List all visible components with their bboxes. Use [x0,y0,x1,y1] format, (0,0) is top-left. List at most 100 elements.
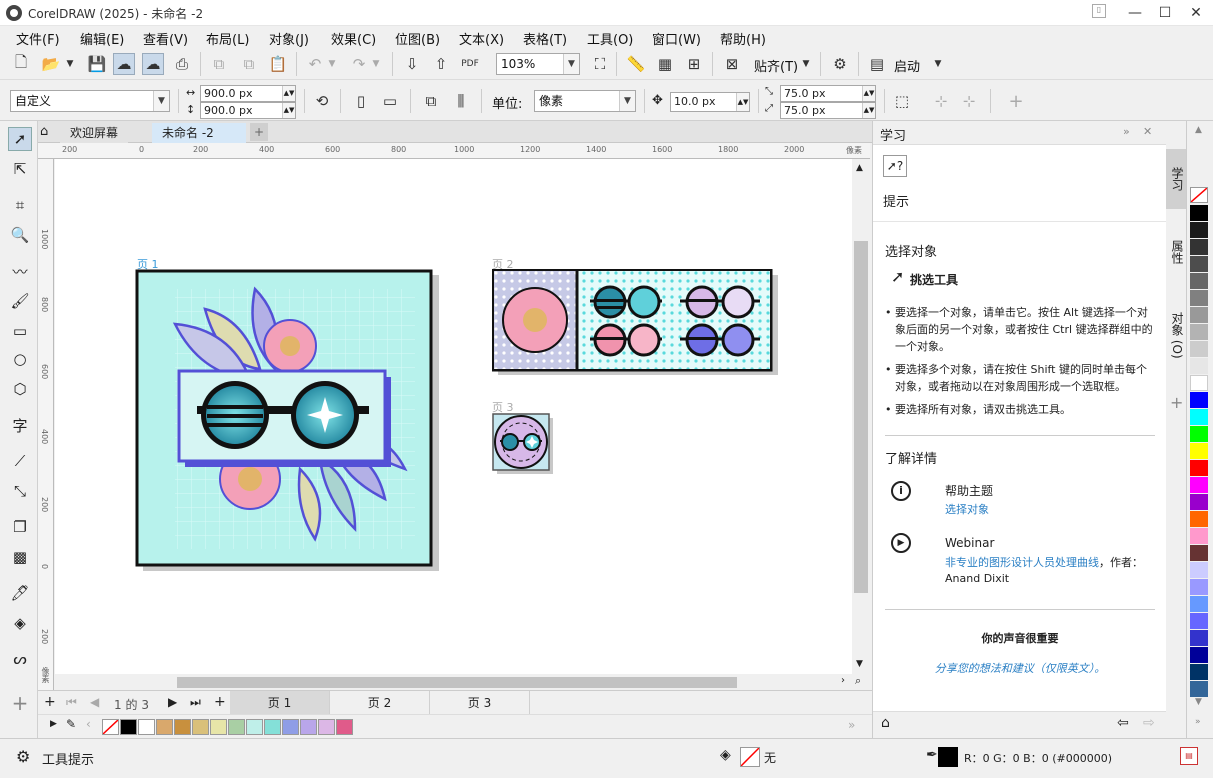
rulers-icon[interactable]: 📏 [625,53,647,75]
docker-close-icon[interactable]: ✕ [1143,125,1152,138]
doc-swatch-3[interactable] [174,719,191,735]
home-icon[interactable]: ⌂ [40,124,48,139]
duplicate-x-input[interactable]: 75.0 px ▲▼ [780,85,876,102]
palette-swatch-8[interactable] [1190,341,1208,357]
full-screen-icon[interactable]: ⛶ [589,53,611,75]
palette-swatch-25[interactable] [1190,630,1208,646]
last-page-icon[interactable]: ⏭ [190,695,201,710]
palette-swatch-20[interactable] [1190,545,1208,561]
next-page-icon[interactable]: ▶ [168,695,177,709]
add-page-before-icon[interactable]: + [44,694,56,710]
launch-chevron-icon[interactable]: ▼ [932,53,944,75]
menu-bitmap[interactable]: 位图(B) [395,29,440,48]
palette-swatch-16[interactable] [1190,477,1208,493]
menu-effects[interactable]: 效果(C) [331,29,376,48]
rectangle-tool-icon[interactable]: ▭ [8,319,32,343]
horizontal-ruler[interactable]: 200 0 200 400 600 800 1000 1200 1400 160… [38,143,870,159]
polygon-tool-icon[interactable]: ⬡ [8,377,32,401]
cut-icon[interactable]: ⧉ [208,53,230,75]
palette-scroll-right-icon[interactable]: » [848,718,855,732]
color-proof-icon[interactable]: ▤ [1180,747,1198,765]
page-tab-2[interactable]: 页 2 [330,691,430,715]
menu-tools[interactable]: 工具(O) [587,29,633,48]
first-page-icon[interactable]: ⏮ [66,695,77,710]
palette-swatch-18[interactable] [1190,511,1208,527]
docker-home-icon[interactable]: ⌂ [881,715,890,731]
page-2-artwork[interactable] [492,269,780,377]
palette-swatch-15[interactable] [1190,460,1208,476]
page-1-artwork[interactable] [135,269,445,574]
horizontal-scroll-thumb[interactable] [177,677,737,688]
palette-swatch-2[interactable] [1190,239,1208,255]
dimension-tool-icon[interactable]: ⟋ [8,449,32,473]
status-gear-icon[interactable]: ⚙ [16,747,30,766]
ellipse-tool-icon[interactable]: ○ [8,347,32,371]
maximize-button[interactable]: ☐ [1150,2,1180,24]
landscape-icon[interactable]: ▭ [379,90,401,112]
palette-down-icon[interactable]: ▼ [1195,697,1202,707]
doc-swatch-4[interactable] [192,719,209,735]
grid-icon[interactable]: ▦ [654,53,676,75]
text-tool-icon[interactable]: 字 [8,413,32,437]
add-docker-icon[interactable]: + [1170,393,1183,412]
freehand-tool-icon[interactable]: 〰 [8,259,32,283]
palette-scroll-left-icon[interactable]: ‹ [86,717,91,731]
undo-icon[interactable]: ↶ [304,53,326,75]
redo-dropdown-icon[interactable]: ▼ [370,53,382,75]
menu-help[interactable]: 帮助(H) [720,29,766,48]
new-document-icon[interactable]: 🗋 [10,53,32,75]
add-page-after-icon[interactable]: + [214,694,226,710]
help-icon[interactable]: ▯ [1092,4,1106,18]
connector-tool-icon[interactable]: ⤡ [8,479,32,503]
bleed-icon[interactable]: ⊹ [930,90,952,112]
side-tab-learn[interactable]: 学习 [1166,149,1186,209]
no-color-swatch[interactable] [102,719,119,735]
save-icon[interactable]: 💾 [86,53,108,75]
duplicate-y-input[interactable]: 75.0 px ▲▼ [780,102,876,119]
feedback-link[interactable]: 分享您的想法和建议（仅限英文）。 [873,660,1167,676]
doc-swatch-5[interactable] [210,719,227,735]
add-toolbar-icon[interactable]: + [1005,90,1027,112]
palette-swatch-28[interactable] [1190,681,1208,697]
doc-swatch-2[interactable] [156,719,173,735]
all-pages-icon[interactable]: ⧉ [420,90,442,112]
menu-text[interactable]: 文本(X) [459,29,504,48]
units-combo[interactable]: 像素 ▼ [534,90,636,112]
menu-window[interactable]: 窗口(W) [652,29,701,48]
palette-swatch-1[interactable] [1190,222,1208,238]
palette-swatch-4[interactable] [1190,273,1208,289]
undo-dropdown-icon[interactable]: ▼ [326,53,338,75]
smart-fill-icon[interactable]: ᔕ [8,647,32,671]
tab-document[interactable]: 未命名 -2 [152,123,246,143]
close-button[interactable]: ✕ [1181,2,1211,24]
open-folder-icon[interactable]: 📂 [40,53,62,75]
no-fill-swatch[interactable] [1190,187,1208,203]
transparency-tool-icon[interactable]: ▩ [8,545,32,569]
doc-swatch-1[interactable] [138,719,155,735]
page-width-input[interactable]: 900.0 px ▲▼ [200,85,296,102]
doc-swatch-8[interactable] [264,719,281,735]
menu-object[interactable]: 对象(J) [269,29,309,48]
snap-off-icon[interactable]: ⊠ [721,53,743,75]
portrait-icon[interactable]: ▯ [350,90,372,112]
launch-icon[interactable]: ▤ [866,53,888,75]
prev-page-icon[interactable]: ◀ [90,695,99,709]
snap-to-dropdown[interactable]: 贴齐(T) [754,56,798,75]
guidelines-icon[interactable]: ⊞ [683,53,705,75]
palette-swatch-14[interactable] [1190,443,1208,459]
page-tab-1[interactable]: 页 1 [230,691,330,715]
hints-icon[interactable]: ➚? [883,155,907,177]
doc-swatch-7[interactable] [246,719,263,735]
palette-swatch-6[interactable] [1190,307,1208,323]
webinar-link[interactable]: 非专业的图形设计人员处理曲线 [945,556,1099,569]
page-3-artwork[interactable] [492,413,554,475]
add-tool-icon[interactable]: + [8,691,32,715]
page-tab-3[interactable]: 页 3 [430,691,530,715]
shape-tool-icon[interactable]: ⇱ [8,157,32,181]
minimize-button[interactable]: — [1120,2,1150,24]
print-icon[interactable]: ⎙ [171,53,193,75]
palette-swatch-26[interactable] [1190,647,1208,663]
menu-table[interactable]: 表格(T) [523,29,567,48]
palette-swatch-17[interactable] [1190,494,1208,510]
palette-menu-icon[interactable]: ▶ [50,719,57,729]
